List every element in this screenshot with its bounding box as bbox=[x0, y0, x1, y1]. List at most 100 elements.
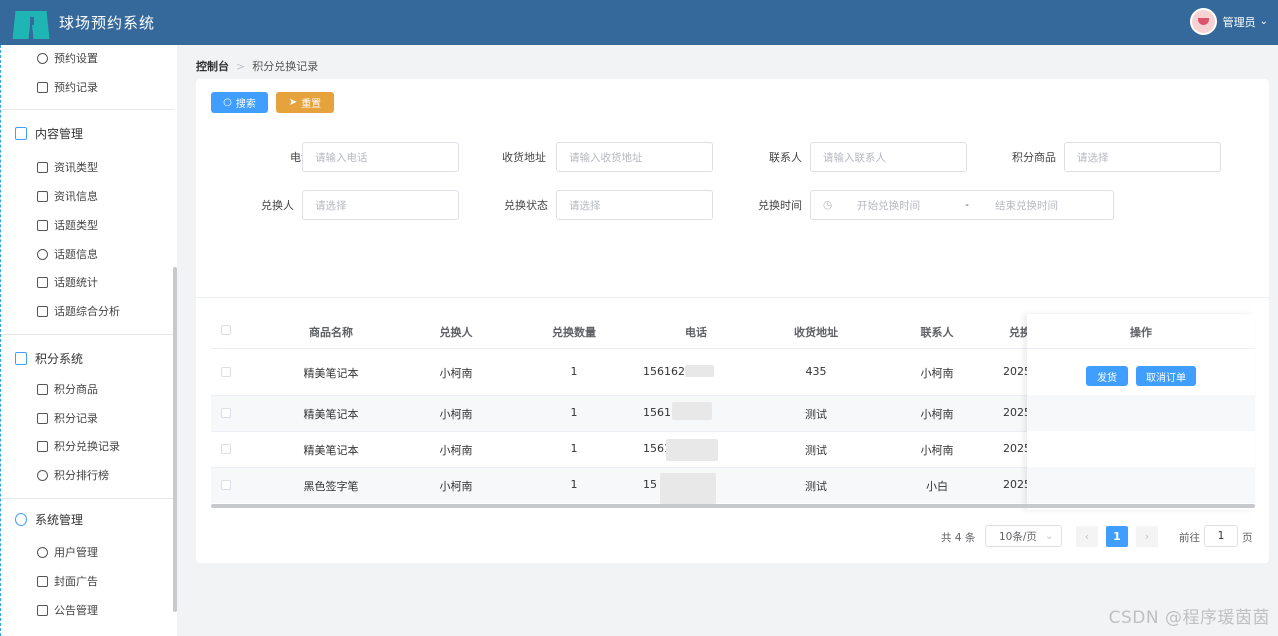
col-phone: 电话 bbox=[685, 326, 707, 339]
actions-column: 操作 发货 取消订单 bbox=[1027, 314, 1255, 510]
table-horizontal-scrollbar[interactable] bbox=[211, 504, 1255, 508]
search-panel: ○ 搜索 ➤ 重置 电话 请输入电话 收货地址 请输入收货地址 联系人 请输入联系人… bbox=[196, 79, 1269, 297]
sidebar-item-points-exchange[interactable]: 积分兑换记录 bbox=[37, 436, 120, 456]
col-qty: 兑换数量 bbox=[552, 326, 596, 339]
top-header: 球场预约系统 管理员 ⌄ bbox=[0, 0, 1278, 45]
exchanger-label: 兑换人 bbox=[261, 199, 294, 212]
sidebar-item-topic-type[interactable]: 话题类型 bbox=[37, 215, 98, 235]
cell-address: 测试 bbox=[805, 408, 827, 421]
cell-qty: 1 bbox=[570, 365, 578, 378]
sidebar-item-booking-records[interactable]: 预约记录 bbox=[37, 77, 98, 97]
gear-icon bbox=[15, 512, 27, 526]
ship-button[interactable]: 发货 bbox=[1086, 366, 1128, 386]
breadcrumb-current: 积分兑换记录 bbox=[252, 60, 319, 73]
search-button[interactable]: ○ 搜索 bbox=[211, 92, 268, 113]
document-icon bbox=[37, 161, 48, 173]
col-actions: 操作 bbox=[1130, 326, 1152, 339]
main-content: 控制台 > 积分兑换记录 ○ 搜索 ➤ 重置 电话 请输入电话 收货地址 请输入收货… bbox=[178, 45, 1278, 636]
sidebar-item-points-records[interactable]: 积分记录 bbox=[37, 408, 98, 428]
status-select[interactable]: 请选择 bbox=[556, 190, 713, 220]
col-exchanger: 兑换人 bbox=[439, 326, 473, 339]
contact-input[interactable]: 请输入联系人 bbox=[810, 142, 967, 172]
sidebar-group-system[interactable]: 系统管理 bbox=[15, 508, 83, 530]
document-icon bbox=[15, 126, 27, 140]
prev-page-button[interactable]: ‹ bbox=[1076, 526, 1098, 547]
cell-exchanger: 小柯南 bbox=[439, 367, 473, 380]
sidebar-divider bbox=[1, 498, 174, 499]
watermark: CSDN @程序瑗茵茵 bbox=[1108, 608, 1270, 628]
sidebar-divider bbox=[1, 109, 174, 110]
reset-button[interactable]: ➤ 重置 bbox=[276, 92, 334, 113]
comment-icon bbox=[37, 248, 48, 260]
user-label[interactable]: 管理员 bbox=[1223, 14, 1256, 30]
cell-address: 测试 bbox=[805, 480, 827, 493]
notebook-icon bbox=[37, 412, 48, 424]
redacted-mask bbox=[660, 473, 716, 507]
page-1-button[interactable]: 1 bbox=[1106, 526, 1128, 547]
col-contact: 联系人 bbox=[920, 326, 954, 339]
sidebar-item-booking-settings[interactable]: 预约设置 bbox=[37, 48, 98, 68]
page-size-select[interactable]: 10条/页 ⌄ bbox=[985, 525, 1062, 547]
sidebar-item-topic-info[interactable]: 话题信息 bbox=[37, 244, 98, 264]
gear-icon bbox=[37, 52, 48, 64]
redacted-mask bbox=[685, 365, 714, 377]
next-page-button[interactable]: › bbox=[1136, 526, 1158, 547]
sidebar-item-cover-ads[interactable]: 封面广告 bbox=[37, 571, 98, 591]
sidebar-scrollbar[interactable] bbox=[173, 267, 177, 612]
breadcrumb-home[interactable]: 控制台 bbox=[196, 58, 229, 74]
sidebar-item-notice-mgmt[interactable]: 公告管理 bbox=[37, 600, 98, 620]
sidebar-item-points-ranking[interactable]: 积分排行榜 bbox=[37, 465, 109, 485]
cancel-order-button[interactable]: 取消订单 bbox=[1136, 366, 1196, 386]
row-checkbox[interactable] bbox=[221, 367, 231, 377]
cell-contact: 小柯南 bbox=[920, 444, 954, 457]
search-icon: ○ bbox=[223, 97, 232, 108]
select-all-checkbox[interactable] bbox=[221, 325, 231, 335]
sidebar-item-news-type[interactable]: 资讯类型 bbox=[37, 157, 98, 177]
cell-product: 精美笔记本 bbox=[303, 408, 359, 421]
sidebar-item-user-mgmt[interactable]: 用户管理 bbox=[37, 542, 98, 562]
goto-label: 前往 bbox=[1179, 532, 1200, 544]
breadcrumb: 控制台 > 积分兑换记录 bbox=[196, 58, 318, 74]
cell-exchanger: 小柯南 bbox=[439, 444, 473, 457]
goto-page-input[interactable]: 1 bbox=[1204, 525, 1238, 547]
avatar[interactable] bbox=[1189, 8, 1217, 35]
user-icon bbox=[37, 546, 48, 558]
row-checkbox[interactable] bbox=[221, 480, 231, 490]
document-icon bbox=[37, 81, 48, 93]
row-checkbox[interactable] bbox=[221, 444, 231, 454]
phone-input[interactable]: 请输入电话 bbox=[302, 142, 459, 172]
cell-product: 精美笔记本 bbox=[303, 367, 359, 380]
sidebar-item-topic-stats[interactable]: 话题统计 bbox=[37, 272, 98, 292]
page-suffix: 页 bbox=[1242, 532, 1253, 544]
pagination-total: 共 4 条 bbox=[941, 532, 976, 544]
cell-product: 黑色签字笔 bbox=[303, 480, 359, 493]
col-product: 商品名称 bbox=[309, 326, 353, 339]
exchange-time-range[interactable]: ◷ 开始兑换时间 - 结束兑换时间 bbox=[810, 190, 1114, 220]
status-label: 兑换状态 bbox=[504, 199, 548, 212]
cup-icon bbox=[15, 351, 27, 365]
chevron-down-icon[interactable]: ⌄ bbox=[1260, 16, 1268, 27]
app-logo bbox=[12, 7, 50, 39]
sidebar-group-content[interactable]: 内容管理 bbox=[15, 122, 83, 144]
row-checkbox[interactable] bbox=[221, 408, 231, 418]
cell-qty: 1 bbox=[570, 442, 578, 455]
points-goods-select[interactable]: 请选择 bbox=[1064, 142, 1221, 172]
points-goods-label: 积分商品 bbox=[1012, 151, 1056, 164]
sidebar: 预约设置 预约记录 内容管理 资讯类型 资讯信息 话题类型 话题信息 话题统计 … bbox=[0, 45, 177, 636]
picture-icon bbox=[37, 575, 48, 587]
cell-qty: 1 bbox=[570, 406, 578, 419]
user-menu[interactable]: 管理员 ⌄ bbox=[1189, 8, 1268, 35]
sidebar-item-news-info[interactable]: 资讯信息 bbox=[37, 186, 98, 206]
cell-product: 精美笔记本 bbox=[303, 444, 359, 457]
sidebar-item-points-goods[interactable]: 积分商品 bbox=[37, 379, 98, 399]
sidebar-group-points[interactable]: 积分系统 bbox=[15, 347, 83, 369]
sidebar-item-topic-analysis[interactable]: 话题综合分析 bbox=[37, 301, 120, 321]
address-label: 收货地址 bbox=[502, 151, 546, 164]
col-address: 收货地址 bbox=[794, 326, 838, 339]
exchanger-select[interactable]: 请选择 bbox=[302, 190, 459, 220]
redacted-mask bbox=[672, 402, 712, 420]
address-input[interactable]: 请输入收货地址 bbox=[556, 142, 713, 172]
chart-icon bbox=[37, 276, 48, 288]
cell-contact: 小白 bbox=[926, 480, 948, 493]
chart-icon bbox=[37, 305, 48, 317]
